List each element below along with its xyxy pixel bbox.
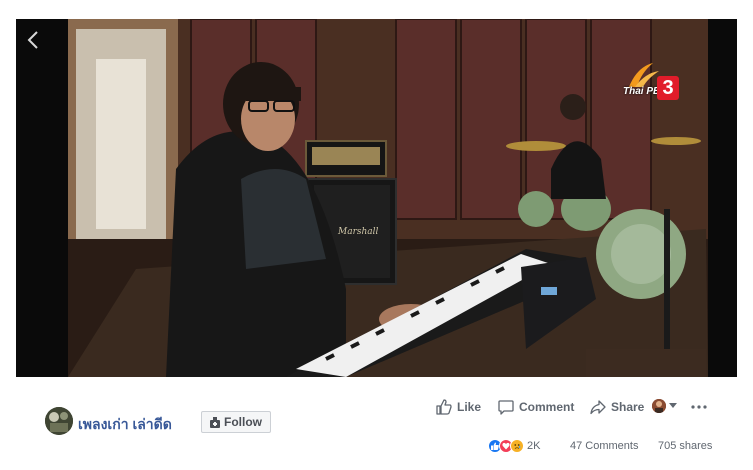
comments-count[interactable]: 47 Comments <box>570 440 638 452</box>
follow-button[interactable]: Follow <box>201 411 271 433</box>
channel-logo: Thai PBS 3 <box>615 61 679 106</box>
user-avatar-image <box>652 399 666 413</box>
channel-number-badge: 3 <box>657 76 679 100</box>
share-label: Share <box>611 400 645 414</box>
video-player[interactable]: Marshall Thai PBS 3 <box>16 19 737 377</box>
page-name-link[interactable]: เพลงเก่า เล่าดีด <box>78 414 172 436</box>
like-label: Like <box>457 400 482 414</box>
follow-icon <box>210 416 220 428</box>
sad-reaction-icon <box>510 439 524 453</box>
page-avatar[interactable] <box>45 407 73 435</box>
more-dots-icon <box>691 405 707 409</box>
like-button[interactable]: Like <box>436 398 481 416</box>
share-as-selector[interactable] <box>652 399 677 413</box>
follow-button-label: Follow <box>224 415 262 429</box>
page-avatar-image <box>45 407 73 435</box>
share-icon <box>590 400 606 415</box>
chevron-left-icon <box>27 31 38 49</box>
share-button[interactable]: Share <box>590 398 644 416</box>
more-options-button[interactable] <box>691 397 707 412</box>
caret-down-icon <box>669 403 677 408</box>
comment-label: Comment <box>519 400 575 414</box>
comment-icon <box>498 400 514 415</box>
comment-button[interactable]: Comment <box>498 398 574 416</box>
shares-count[interactable]: 705 shares <box>658 440 712 452</box>
reactions-summary[interactable]: 2K <box>488 439 540 453</box>
thumbs-up-icon <box>436 399 452 415</box>
user-avatar <box>652 399 666 413</box>
svg-text:Marshall: Marshall <box>337 227 379 237</box>
reactions-count: 2K <box>527 440 541 452</box>
back-button[interactable] <box>22 27 46 53</box>
